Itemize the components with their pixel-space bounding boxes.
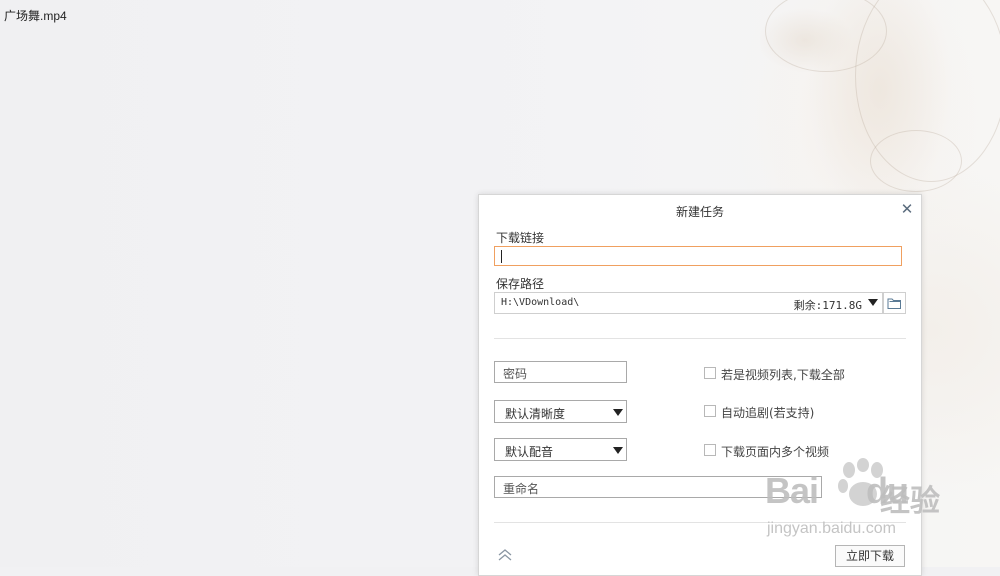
rename-placeholder: 重命名 [503,482,540,496]
window-file-title: 广场舞.mp4 [4,9,67,23]
chevron-down-icon [613,409,623,416]
path-label: 保存路径 [496,277,545,291]
collapse-button[interactable] [497,547,513,563]
checkbox[interactable] [704,405,716,417]
path-dropdown-icon[interactable] [868,299,878,306]
watermark-jingyan: 经验 [880,484,940,519]
watermark-url: jingyan.baidu.com [767,520,896,537]
browse-folder-button[interactable] [883,292,906,314]
option-label: 若是视频列表,下载全部 [721,368,845,382]
audio-select-value: 默认配音 [505,445,554,459]
free-space-text: 剩余:171.8G [793,299,862,312]
quality-select[interactable]: 默认清晰度 [494,400,627,423]
password-placeholder: 密码 [503,367,528,381]
url-label: 下载链接 [496,231,545,245]
baidu-jingyan-watermark: Bai du 经验 jingyan.baidu.com [765,458,995,548]
close-icon[interactable]: ✕ [899,201,915,217]
quality-select-value: 默认清晰度 [505,407,566,421]
folder-icon [887,298,901,309]
checkbox[interactable] [704,444,716,456]
audio-select[interactable]: 默认配音 [494,438,627,461]
password-input[interactable]: 密码 [494,361,627,383]
chevron-down-icon [613,447,623,454]
earring-outline [870,130,962,192]
download-now-button[interactable]: 立即下载 [835,545,905,567]
checkbox[interactable] [704,367,716,379]
dialog-title: 新建任务 [675,205,724,219]
url-input[interactable] [494,246,902,266]
double-chevron-up-icon [498,549,512,561]
save-path-value: H:\VDownload\ [501,297,580,308]
text-caret [501,250,502,263]
option-label: 自动追剧(若支持) [721,406,815,420]
divider [494,338,906,339]
save-path-field[interactable]: H:\VDownload\ 剩余:171.8G [494,292,883,314]
